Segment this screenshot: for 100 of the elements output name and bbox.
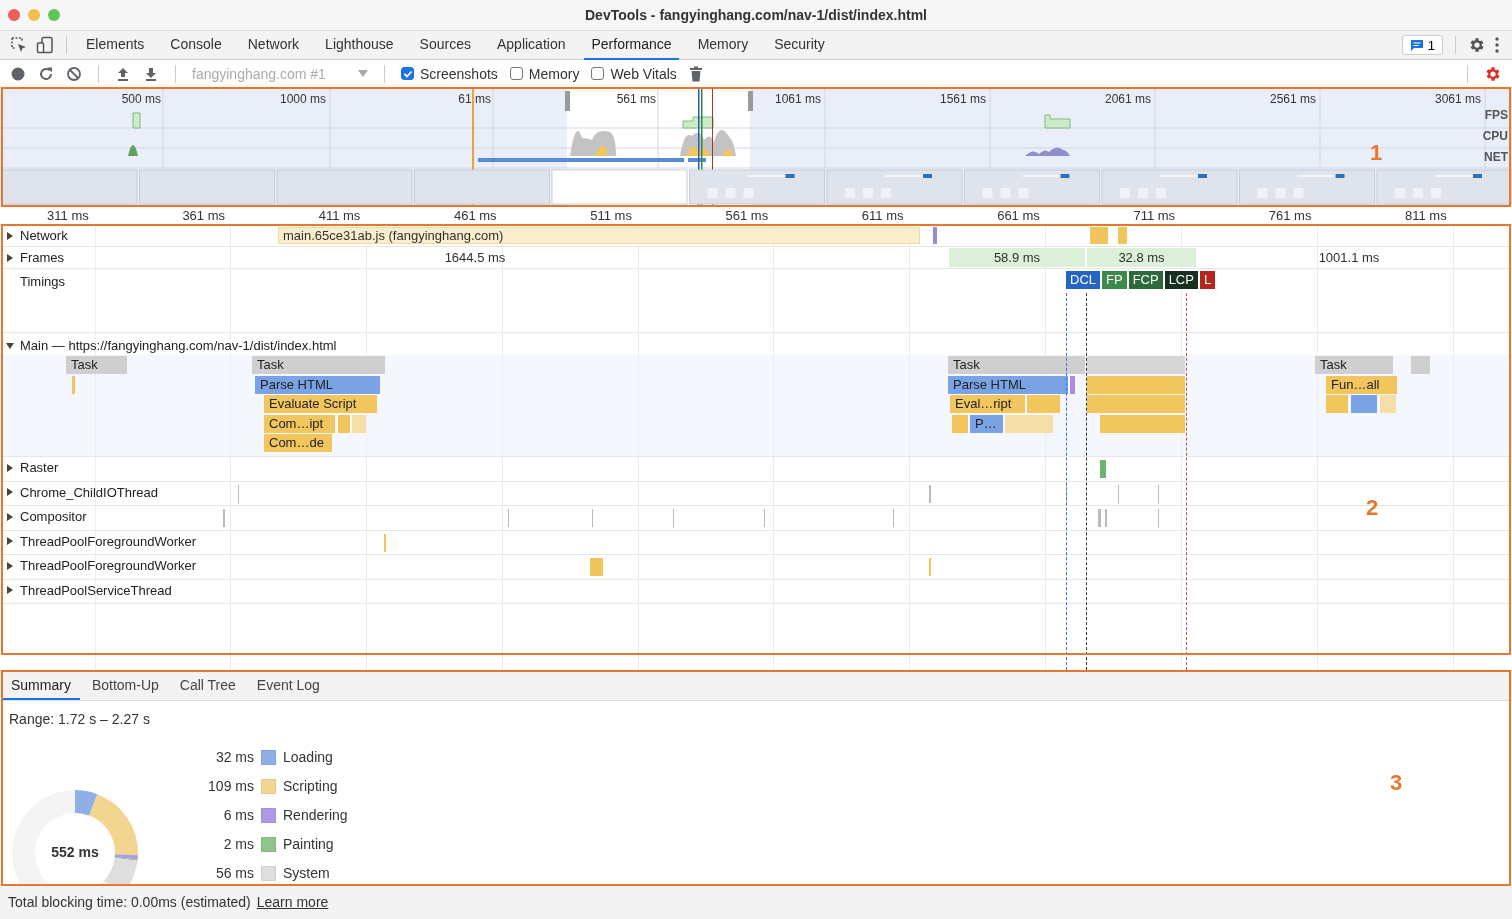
track-header[interactable]: Timings [20, 274, 66, 289]
checkbox-label: Memory [528, 65, 580, 82]
close-window-button[interactable] [8, 9, 20, 21]
track-header[interactable]: Raster [6, 460, 59, 475]
annotation-number: 3 [1390, 770, 1403, 796]
clear-icon[interactable] [66, 65, 82, 82]
track-header[interactable]: Chrome_ChildIOThread [6, 484, 158, 500]
panel-tab[interactable]: Elements [79, 30, 152, 60]
panel-tab[interactable]: Performance [584, 30, 679, 60]
details-tab[interactable]: Bottom-Up [82, 671, 168, 700]
upload-icon[interactable] [115, 65, 131, 82]
track-header[interactable]: Network [6, 228, 68, 243]
expand-arrow-icon[interactable] [6, 463, 14, 472]
time-tick: 1000 ms [278, 92, 327, 106]
frame-bar[interactable]: 32.8 ms [1087, 248, 1196, 267]
trash-icon[interactable] [688, 65, 703, 82]
track-header[interactable]: ThreadPoolForegroundWorker [6, 558, 197, 573]
track-header[interactable]: Frames [6, 250, 65, 265]
time-tick: 611 ms [860, 209, 905, 224]
event-bar [1070, 375, 1075, 394]
time-tick: 1061 ms [773, 92, 822, 106]
legend-value: 2 ms [222, 836, 254, 852]
annotation-number: 2 [1366, 495, 1379, 521]
event-bar[interactable]: P… [970, 414, 1003, 433]
expand-arrow-icon[interactable] [6, 231, 14, 240]
track-header[interactable]: Compositor [6, 509, 87, 524]
frame-bar[interactable]: 58.9 ms [949, 248, 1085, 267]
message-icon [1409, 38, 1424, 52]
panel-tab[interactable]: Sources [412, 30, 478, 60]
checkbox[interactable] [591, 67, 605, 80]
checkbox[interactable] [509, 67, 523, 80]
inspect-icon[interactable] [10, 36, 28, 54]
track-header[interactable]: Main — https://fangyinghang.com/nav-1/dist/index.html [6, 338, 337, 353]
network-request-bar[interactable]: main.65ce31ab.js (fangyinghang.com) [278, 227, 920, 244]
issues-button[interactable]: 1 [1401, 35, 1443, 55]
time-tick: 661 ms [996, 209, 1041, 224]
time-tick: 461 ms [452, 209, 498, 224]
checkbox-label: Screenshots [420, 65, 498, 82]
track-header[interactable]: ThreadPoolForegroundWorker [6, 533, 197, 549]
legend-label: Scripting [283, 778, 338, 794]
event-bar [72, 375, 75, 394]
checkbox[interactable] [401, 67, 414, 80]
expand-arrow-icon[interactable] [6, 488, 14, 496]
download-icon[interactable] [143, 65, 159, 82]
event-bar[interactable]: Task [252, 356, 385, 374]
time-tick: 2061 ms [1103, 92, 1152, 106]
track-header[interactable]: ThreadPoolServiceThread [6, 582, 172, 598]
lane-label: CPU [1482, 129, 1508, 143]
details-tab[interactable]: Call Tree [170, 671, 245, 700]
expand-arrow-icon[interactable] [6, 561, 14, 570]
details-tab[interactable]: Summary [2, 671, 80, 700]
panel-tab[interactable]: Lighthouse [318, 30, 401, 60]
learn-more-link[interactable]: Learn more [256, 894, 329, 910]
timing-marker[interactable]: FP [1102, 271, 1127, 289]
event-bar[interactable]: Task [948, 356, 1085, 374]
event-bar [352, 414, 366, 433]
time-tick: 511 ms [589, 209, 633, 224]
timing-marker[interactable]: FCP [1128, 271, 1163, 289]
details-tab[interactable]: Event Log [247, 671, 329, 700]
expand-arrow-icon[interactable] [6, 512, 14, 521]
panel-tab[interactable]: Application [489, 30, 573, 60]
panel-tab[interactable]: Memory [690, 30, 756, 60]
event-bar[interactable]: Task [1315, 356, 1393, 374]
event-bar[interactable]: Evaluate Script [264, 395, 377, 413]
panel-tab[interactable]: Network [240, 30, 307, 60]
expand-arrow-icon[interactable] [6, 341, 14, 350]
more-icon[interactable] [1494, 36, 1500, 54]
reload-icon[interactable] [38, 65, 54, 82]
device-icon[interactable] [36, 36, 54, 54]
legend-value: 109 ms [207, 778, 254, 794]
event-bar[interactable]: Eval…ript [950, 395, 1025, 413]
time-tick: 500 ms [120, 92, 162, 106]
settings-icon[interactable] [1484, 64, 1502, 83]
record-icon[interactable] [10, 65, 26, 82]
event-bar[interactable]: Task [66, 356, 127, 374]
timing-marker[interactable]: L [1199, 271, 1216, 289]
event-bar[interactable]: Parse HTML [948, 375, 1068, 394]
time-tick: 311 ms [46, 209, 90, 224]
total-time: 552 ms [51, 844, 99, 860]
time-tick: 711 ms [1132, 209, 1177, 224]
legend-value: 56 ms [214, 865, 254, 881]
timing-marker[interactable]: DCL [1066, 271, 1100, 289]
time-tick: 761 ms [1267, 209, 1313, 224]
panel-tab[interactable]: Console [163, 30, 229, 60]
panel-tab[interactable]: Security [767, 30, 832, 60]
expand-arrow-icon[interactable] [6, 586, 14, 594]
window-title: DevTools - fangyinghang.com/nav-1/dist/index.html [585, 7, 927, 23]
timing-marker[interactable]: LCP [1164, 271, 1198, 289]
event-bar[interactable]: Parse HTML [255, 375, 380, 394]
event-bar[interactable]: Fun…all [1326, 375, 1397, 394]
event-bar [1100, 460, 1106, 478]
settings-icon[interactable] [1468, 36, 1486, 54]
time-tick: 3061 ms [1433, 92, 1482, 106]
expand-arrow-icon[interactable] [6, 537, 14, 545]
event-bar [1326, 395, 1348, 413]
expand-arrow-icon[interactable] [6, 253, 14, 262]
frame-bar[interactable]: 1644.5 ms [232, 248, 718, 267]
frame-bar[interactable]: 1001.1 ms [1200, 248, 1498, 267]
event-bar[interactable]: Com…ipt [264, 414, 335, 433]
event-bar[interactable]: Com…de [264, 434, 332, 452]
